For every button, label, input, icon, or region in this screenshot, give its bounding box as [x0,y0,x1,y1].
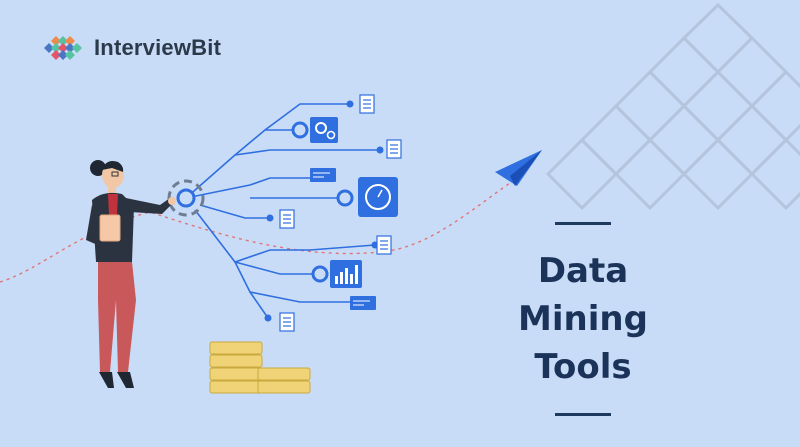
brand-logo[interactable]: InterviewBit [40,34,221,62]
document-icon [386,139,402,159]
gears-icon [310,117,338,143]
bottom-divider [555,413,611,416]
document-icon [376,235,392,255]
text-card-icon [310,168,336,182]
top-divider [555,222,611,225]
coin-stack-icon [209,341,311,394]
dotted-flight-path [0,175,521,283]
document-icon [359,94,375,114]
logo-diamond-icon [44,36,82,60]
document-icon [279,312,295,332]
bar-chart-icon [330,260,362,288]
headline-block: Data Mining Tools [478,222,688,416]
gauge-icon [358,177,398,217]
title-line-2: Tools [534,347,632,387]
hero-banner: InterviewBit Data Mining Tools [0,0,800,447]
paper-plane-icon [495,150,542,186]
brand-name: InterviewBit [94,35,222,60]
document-icon [279,209,295,229]
title-line-1: Data Mining [518,251,648,339]
page-title: Data Mining Tools [478,247,688,391]
diamond-grid-decoration [545,2,800,211]
text-card-icon [350,296,376,310]
woman-presenter-figure [86,160,176,388]
